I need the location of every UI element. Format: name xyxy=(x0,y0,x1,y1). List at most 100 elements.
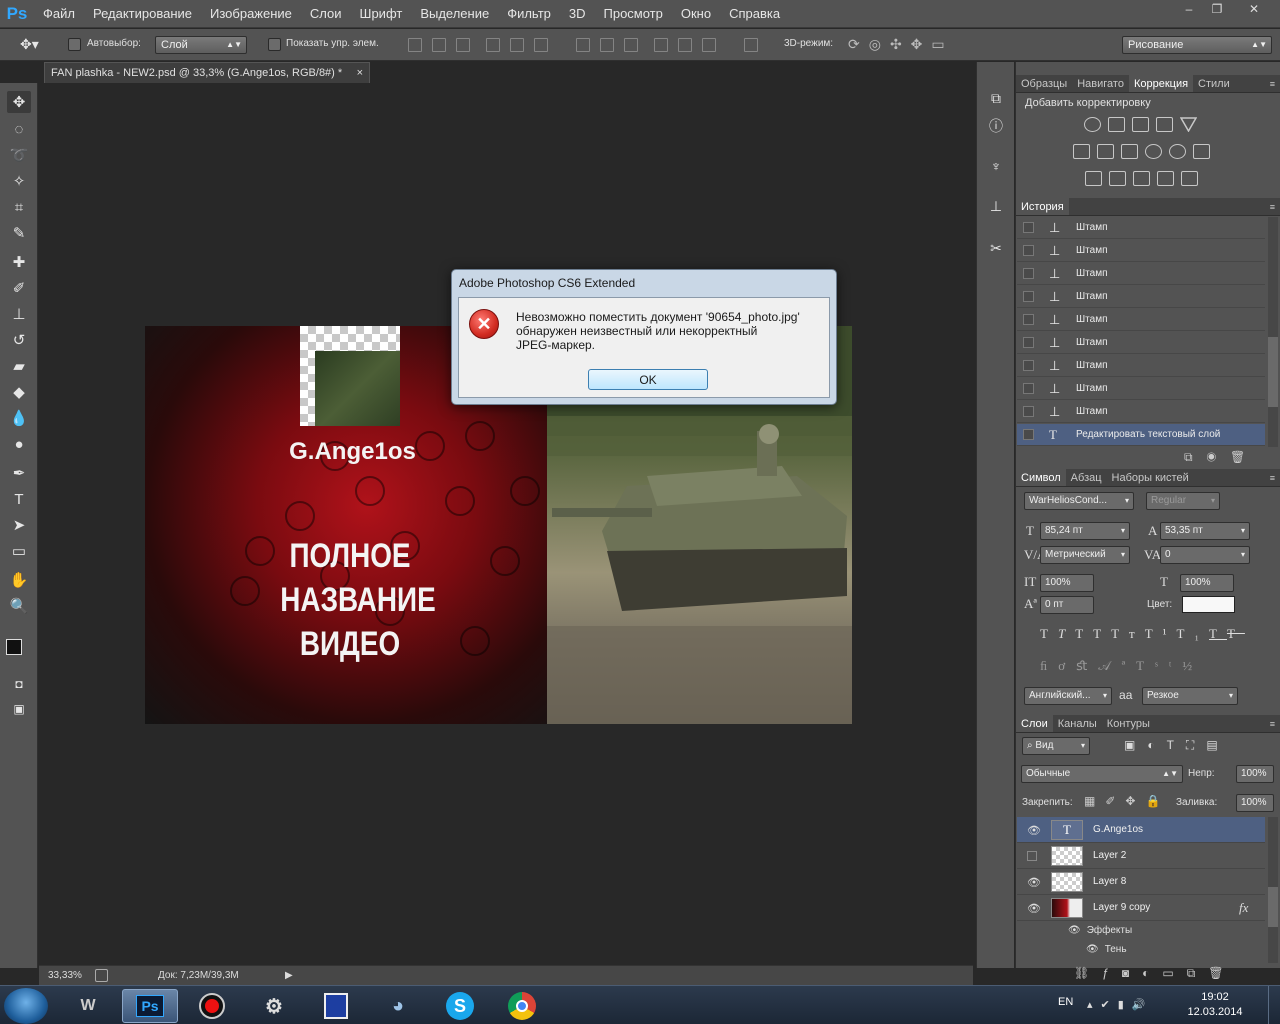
distribute-top-icon[interactable] xyxy=(576,38,590,52)
align-top-icon[interactable] xyxy=(408,38,422,52)
tab-character[interactable]: Символ xyxy=(1016,469,1066,486)
visibility-eye-icon[interactable]: 👁 xyxy=(1027,902,1041,915)
document-tab-close-icon[interactable]: × xyxy=(357,63,363,83)
status-icon[interactable] xyxy=(95,969,108,982)
layer-row-layer-2[interactable]: Layer 2 xyxy=(1017,843,1265,869)
layer-row-ganoeos[interactable]: 👁 T G.Ange1os xyxy=(1017,817,1265,843)
distribute-right-icon[interactable] xyxy=(702,38,716,52)
tab-paths[interactable]: Контуры xyxy=(1102,715,1155,732)
threshold-icon[interactable] xyxy=(1133,171,1150,186)
curves-icon[interactable] xyxy=(1132,117,1149,132)
type-tool-icon[interactable]: T xyxy=(7,488,31,510)
levels-icon[interactable] xyxy=(1108,117,1125,132)
layers-scrollbar[interactable] xyxy=(1268,817,1278,963)
blur-tool-icon[interactable]: 💧 xyxy=(7,407,31,429)
distribute-left-icon[interactable] xyxy=(654,38,668,52)
menu-layers[interactable]: Слои xyxy=(301,0,351,28)
vertical-scale-field[interactable]: 100% xyxy=(1040,574,1094,592)
lasso-tool-icon[interactable]: ➰ xyxy=(7,144,31,166)
fx-icon[interactable]: fx xyxy=(1239,900,1248,916)
teamspeak-taskbar-icon[interactable]: ◕ xyxy=(370,989,426,1023)
path-selection-tool-icon[interactable]: ➤ xyxy=(7,514,31,536)
antialias-select[interactable]: Резкое ▾ xyxy=(1142,687,1238,705)
history-brush-tool-icon[interactable]: ↺ xyxy=(7,329,31,351)
pen-tool-icon[interactable]: ✒ xyxy=(7,462,31,484)
photo-filter-icon[interactable] xyxy=(1145,144,1162,159)
history-item-selected[interactable]: T Редактировать текстовый слой xyxy=(1017,424,1265,446)
shadow-effect-row[interactable]: 👁 Тень xyxy=(1086,944,1127,955)
menu-help[interactable]: Справка xyxy=(720,0,789,28)
character-menu-icon[interactable]: ≡ xyxy=(1270,469,1275,487)
color-lookup-icon[interactable] xyxy=(1193,144,1210,159)
zoom-tool-icon[interactable]: 🔍 xyxy=(7,595,31,617)
menu-filter[interactable]: Фильтр xyxy=(498,0,560,28)
text-color-swatch[interactable] xyxy=(1182,596,1235,613)
channel-mixer-icon[interactable] xyxy=(1169,144,1186,159)
black-white-icon[interactable] xyxy=(1121,144,1138,159)
visibility-eye-icon[interactable]: 👁 xyxy=(1027,824,1041,837)
clone-source-icon[interactable]: ⊥ xyxy=(986,196,1006,216)
blend-mode-select[interactable]: Обычные ▲▼ xyxy=(1021,765,1183,783)
history-item[interactable]: ⊥ Штамп xyxy=(1017,240,1265,262)
foreground-color-swatch[interactable] xyxy=(6,639,22,655)
opacity-field[interactable]: 100% xyxy=(1236,765,1274,783)
tab-brush-presets[interactable]: Наборы кистей xyxy=(1107,469,1194,486)
auto-align-icon[interactable] xyxy=(744,38,758,52)
layers-menu-icon[interactable]: ≡ xyxy=(1270,715,1275,733)
skype-taskbar-icon[interactable]: S xyxy=(432,989,488,1023)
close-button[interactable]: ✕ xyxy=(1232,0,1276,18)
visibility-toggle-off[interactable] xyxy=(1027,851,1037,861)
save-taskbar-icon[interactable] xyxy=(308,989,364,1023)
effects-row[interactable]: 👁 Эффекты xyxy=(1068,925,1132,936)
selective-color-icon[interactable] xyxy=(1157,171,1174,186)
baseline-shift-field[interactable]: 0 пт xyxy=(1040,596,1094,614)
layer-filter-icons[interactable]: ▣◐T⛶▤ xyxy=(1124,738,1230,753)
brightness-icon[interactable] xyxy=(1084,117,1101,132)
leading-field[interactable]: 53,35 пт ▾ xyxy=(1160,522,1250,540)
hue-saturation-icon[interactable] xyxy=(1073,144,1090,159)
tab-history[interactable]: История xyxy=(1016,198,1069,215)
layers-footer-icons[interactable]: ⛓ƒ◙◐▭⧉🗑 xyxy=(1074,966,1237,981)
gradient-map-icon[interactable] xyxy=(1181,171,1198,186)
crop-tool-icon[interactable]: ⌗ xyxy=(7,196,31,218)
history-item[interactable]: ⊥ Штамп xyxy=(1017,378,1265,400)
exposure-icon[interactable] xyxy=(1156,117,1173,132)
dodge-tool-icon[interactable]: ● xyxy=(7,433,31,455)
start-button[interactable] xyxy=(4,988,48,1024)
menu-image[interactable]: Изображение xyxy=(201,0,301,28)
invert-icon[interactable] xyxy=(1085,171,1102,186)
3d-mode-icons[interactable]: ⟳◎✣✥▭ xyxy=(848,36,954,53)
tab-styles[interactable]: Стили xyxy=(1193,75,1235,92)
minimize-button[interactable]: – xyxy=(1176,0,1202,18)
ok-button[interactable]: OK xyxy=(588,369,708,390)
layer-row-layer-8[interactable]: 👁 Layer 8 xyxy=(1017,869,1265,895)
menu-window[interactable]: Окно xyxy=(672,0,720,28)
autoselect-select[interactable]: Слой ▲▼ xyxy=(155,36,247,54)
history-scrollbar[interactable] xyxy=(1268,217,1278,447)
font-family-select[interactable]: WarHeliosCond... ▾ xyxy=(1024,492,1134,510)
eraser-tool-icon[interactable]: ▰ xyxy=(7,355,31,377)
autoselect-checkbox[interactable] xyxy=(68,38,81,51)
rectangle-tool-icon[interactable]: ▭ xyxy=(7,540,31,562)
align-vcenter-icon[interactable] xyxy=(432,38,446,52)
vibrance-icon[interactable] xyxy=(1179,117,1198,133)
tab-swatches[interactable]: Образцы xyxy=(1016,75,1072,92)
brush-presets-icon[interactable]: ♆ xyxy=(986,156,1006,176)
move-tool-preset-icon[interactable]: ✥▾ xyxy=(20,36,39,53)
tray-language[interactable]: EN xyxy=(1058,996,1073,1008)
type-style-buttons[interactable]: TTTTTᴛT¹T₁TT xyxy=(1040,626,1245,642)
tool-presets-icon[interactable]: ✂ xyxy=(986,238,1006,258)
distribute-bottom-icon[interactable] xyxy=(624,38,638,52)
tab-adjustments[interactable]: Коррекция xyxy=(1128,75,1194,92)
layer-filter-select[interactable]: ⌕ Вид ▾ xyxy=(1022,737,1090,755)
distribute-hcenter-icon[interactable] xyxy=(678,38,692,52)
move-tool-icon[interactable]: ✥ xyxy=(7,91,31,113)
history-item[interactable]: ⊥ Штамп xyxy=(1017,401,1265,423)
tab-paragraph[interactable]: Абзац xyxy=(1066,469,1107,486)
maximize-button[interactable]: ❐ xyxy=(1204,0,1230,18)
brush-tool-icon[interactable]: ✐ xyxy=(7,277,31,299)
fill-field[interactable]: 100% xyxy=(1236,794,1274,812)
eyedropper-tool-icon[interactable]: ✎ xyxy=(7,222,31,244)
steam-taskbar-icon[interactable]: ⚙ xyxy=(246,989,302,1023)
menu-select[interactable]: Выделение xyxy=(411,0,498,28)
